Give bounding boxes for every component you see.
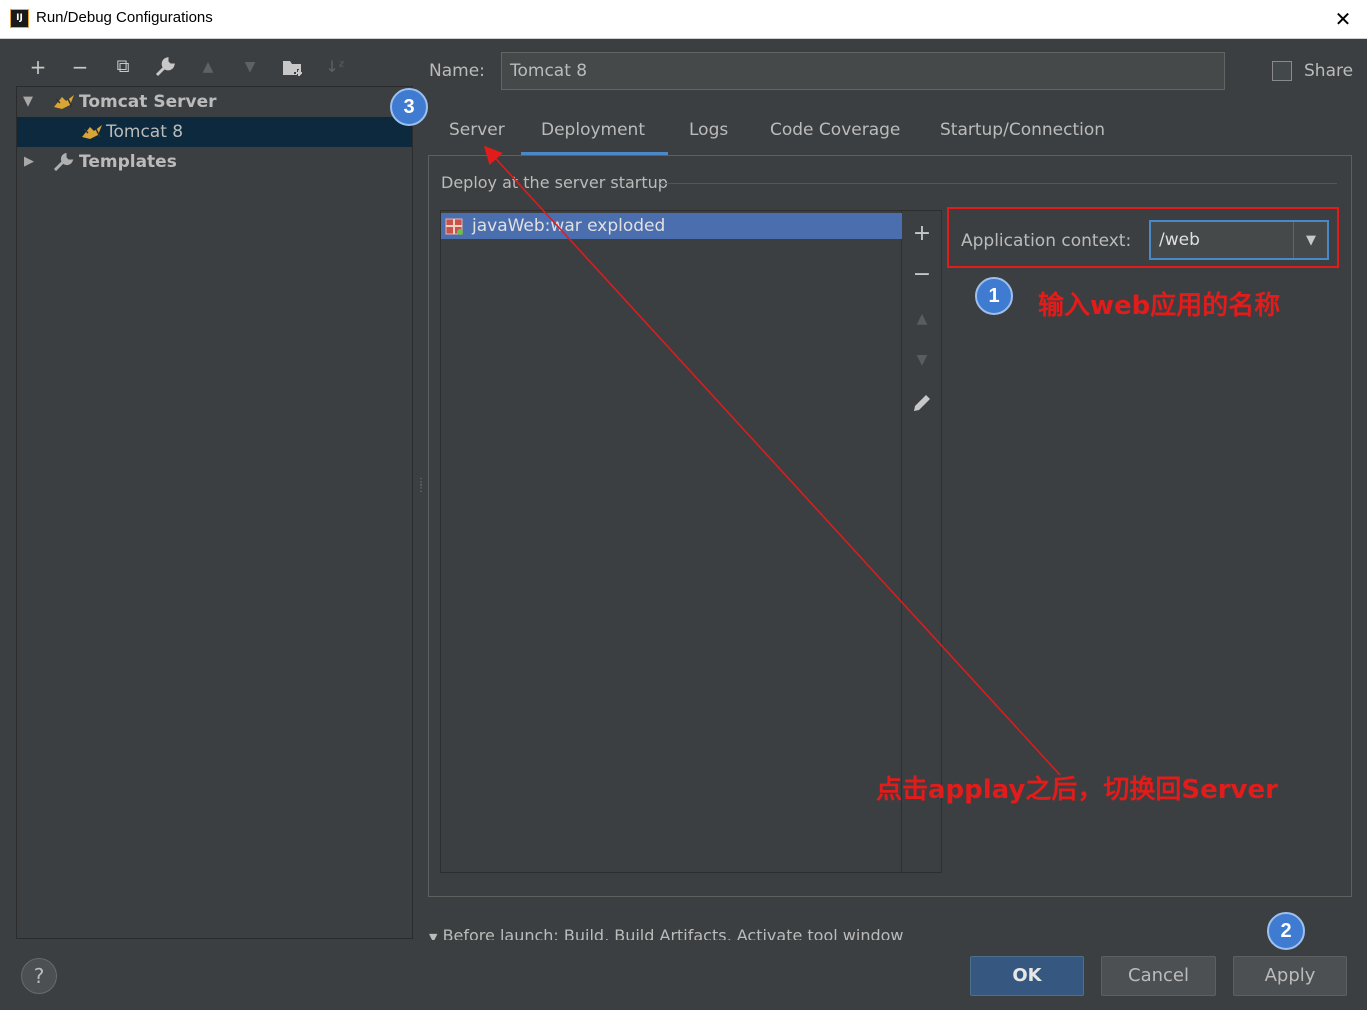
move-down-icon: ▼	[244, 59, 256, 75]
panel-splitter[interactable]: ⋮ ⋮	[416, 478, 426, 510]
edit-pencil-icon[interactable]	[908, 389, 936, 417]
tree-item-tomcat-server[interactable]: ▼ Tomcat Server	[17, 87, 412, 117]
collapsed-arrow-icon[interactable]: ▶	[24, 147, 34, 177]
apply-button[interactable]: Apply	[1233, 956, 1347, 996]
tab-logs[interactable]: Logs	[689, 120, 728, 152]
annotation-note-2: 点击applay之后，切换回Server	[876, 775, 1278, 805]
help-button[interactable]: ?	[21, 958, 57, 994]
cancel-button[interactable]: Cancel	[1101, 956, 1216, 996]
tree-item-templates[interactable]: ▶ Templates	[17, 147, 412, 177]
tree-item-label: Templates	[79, 152, 177, 172]
tab-code-coverage[interactable]: Code Coverage	[770, 120, 900, 152]
close-window-button[interactable]: ✕	[1328, 5, 1358, 33]
window-title: Run/Debug Configurations	[36, 9, 213, 26]
share-label[interactable]: Share	[1304, 61, 1353, 81]
annotation-highlight-box	[947, 207, 1339, 268]
artifact-icon	[445, 218, 463, 235]
deploy-section-title: Deploy at the server startup	[441, 173, 668, 192]
tomcat-icon	[54, 95, 74, 109]
tab-deployment[interactable]: Deployment	[541, 120, 645, 152]
annotation-note-1: 输入web应用的名称	[1038, 291, 1281, 321]
title-bar: IJ Run/Debug Configurations ✕	[0, 0, 1367, 39]
sort-alphabetically-icon: ↓ᶻ	[325, 57, 345, 76]
name-input[interactable]: Tomcat 8	[501, 52, 1225, 90]
list-item[interactable]: javaWeb:war exploded	[441, 213, 902, 239]
expanded-arrow-icon[interactable]: ▼	[23, 87, 33, 117]
move-up-icon: ▲	[202, 59, 214, 75]
tree-item-tomcat-8[interactable]: Tomcat 8	[17, 117, 412, 147]
add-icon[interactable]: +	[25, 54, 51, 80]
step-badge-3: 3	[390, 88, 428, 126]
copy-icon[interactable]: ⧉	[110, 54, 136, 80]
move-down-icon: ▼	[916, 352, 928, 368]
tree-item-label: Tomcat 8	[106, 122, 184, 142]
intellij-app-icon: IJ	[10, 9, 29, 28]
new-folder-icon[interactable]	[280, 54, 306, 80]
collapse-arrow-icon[interactable]: ▼	[429, 931, 437, 940]
wrench-icon	[53, 153, 74, 171]
remove-icon[interactable]: −	[908, 261, 936, 289]
tomcat-icon	[82, 125, 102, 139]
step-badge-2: 2	[1267, 912, 1305, 950]
wrench-icon[interactable]	[152, 54, 178, 80]
tree-item-label: Tomcat Server	[79, 92, 217, 112]
before-launch-section[interactable]: ▼ Before launch: Build, Build Artifacts,…	[429, 926, 904, 940]
share-checkbox[interactable]	[1272, 61, 1292, 81]
move-up-icon: ▲	[916, 311, 928, 327]
tab-server[interactable]: Server	[449, 120, 505, 152]
add-icon[interactable]: +	[908, 220, 936, 248]
name-label: Name:	[429, 61, 485, 81]
deployment-list[interactable]	[440, 210, 902, 873]
configuration-tree[interactable]: ▼ Tomcat Server Tomcat 8 ▶ Templates	[16, 86, 413, 939]
list-item-label: javaWeb:war exploded	[472, 216, 666, 236]
section-divider	[660, 183, 1337, 184]
step-badge-1: 1	[975, 277, 1013, 315]
remove-icon[interactable]: −	[67, 54, 93, 80]
tab-startup-connection[interactable]: Startup/Connection	[940, 120, 1105, 152]
before-launch-label: Before launch: Build, Build Artifacts, A…	[442, 926, 904, 940]
ok-button[interactable]: OK	[970, 956, 1084, 996]
